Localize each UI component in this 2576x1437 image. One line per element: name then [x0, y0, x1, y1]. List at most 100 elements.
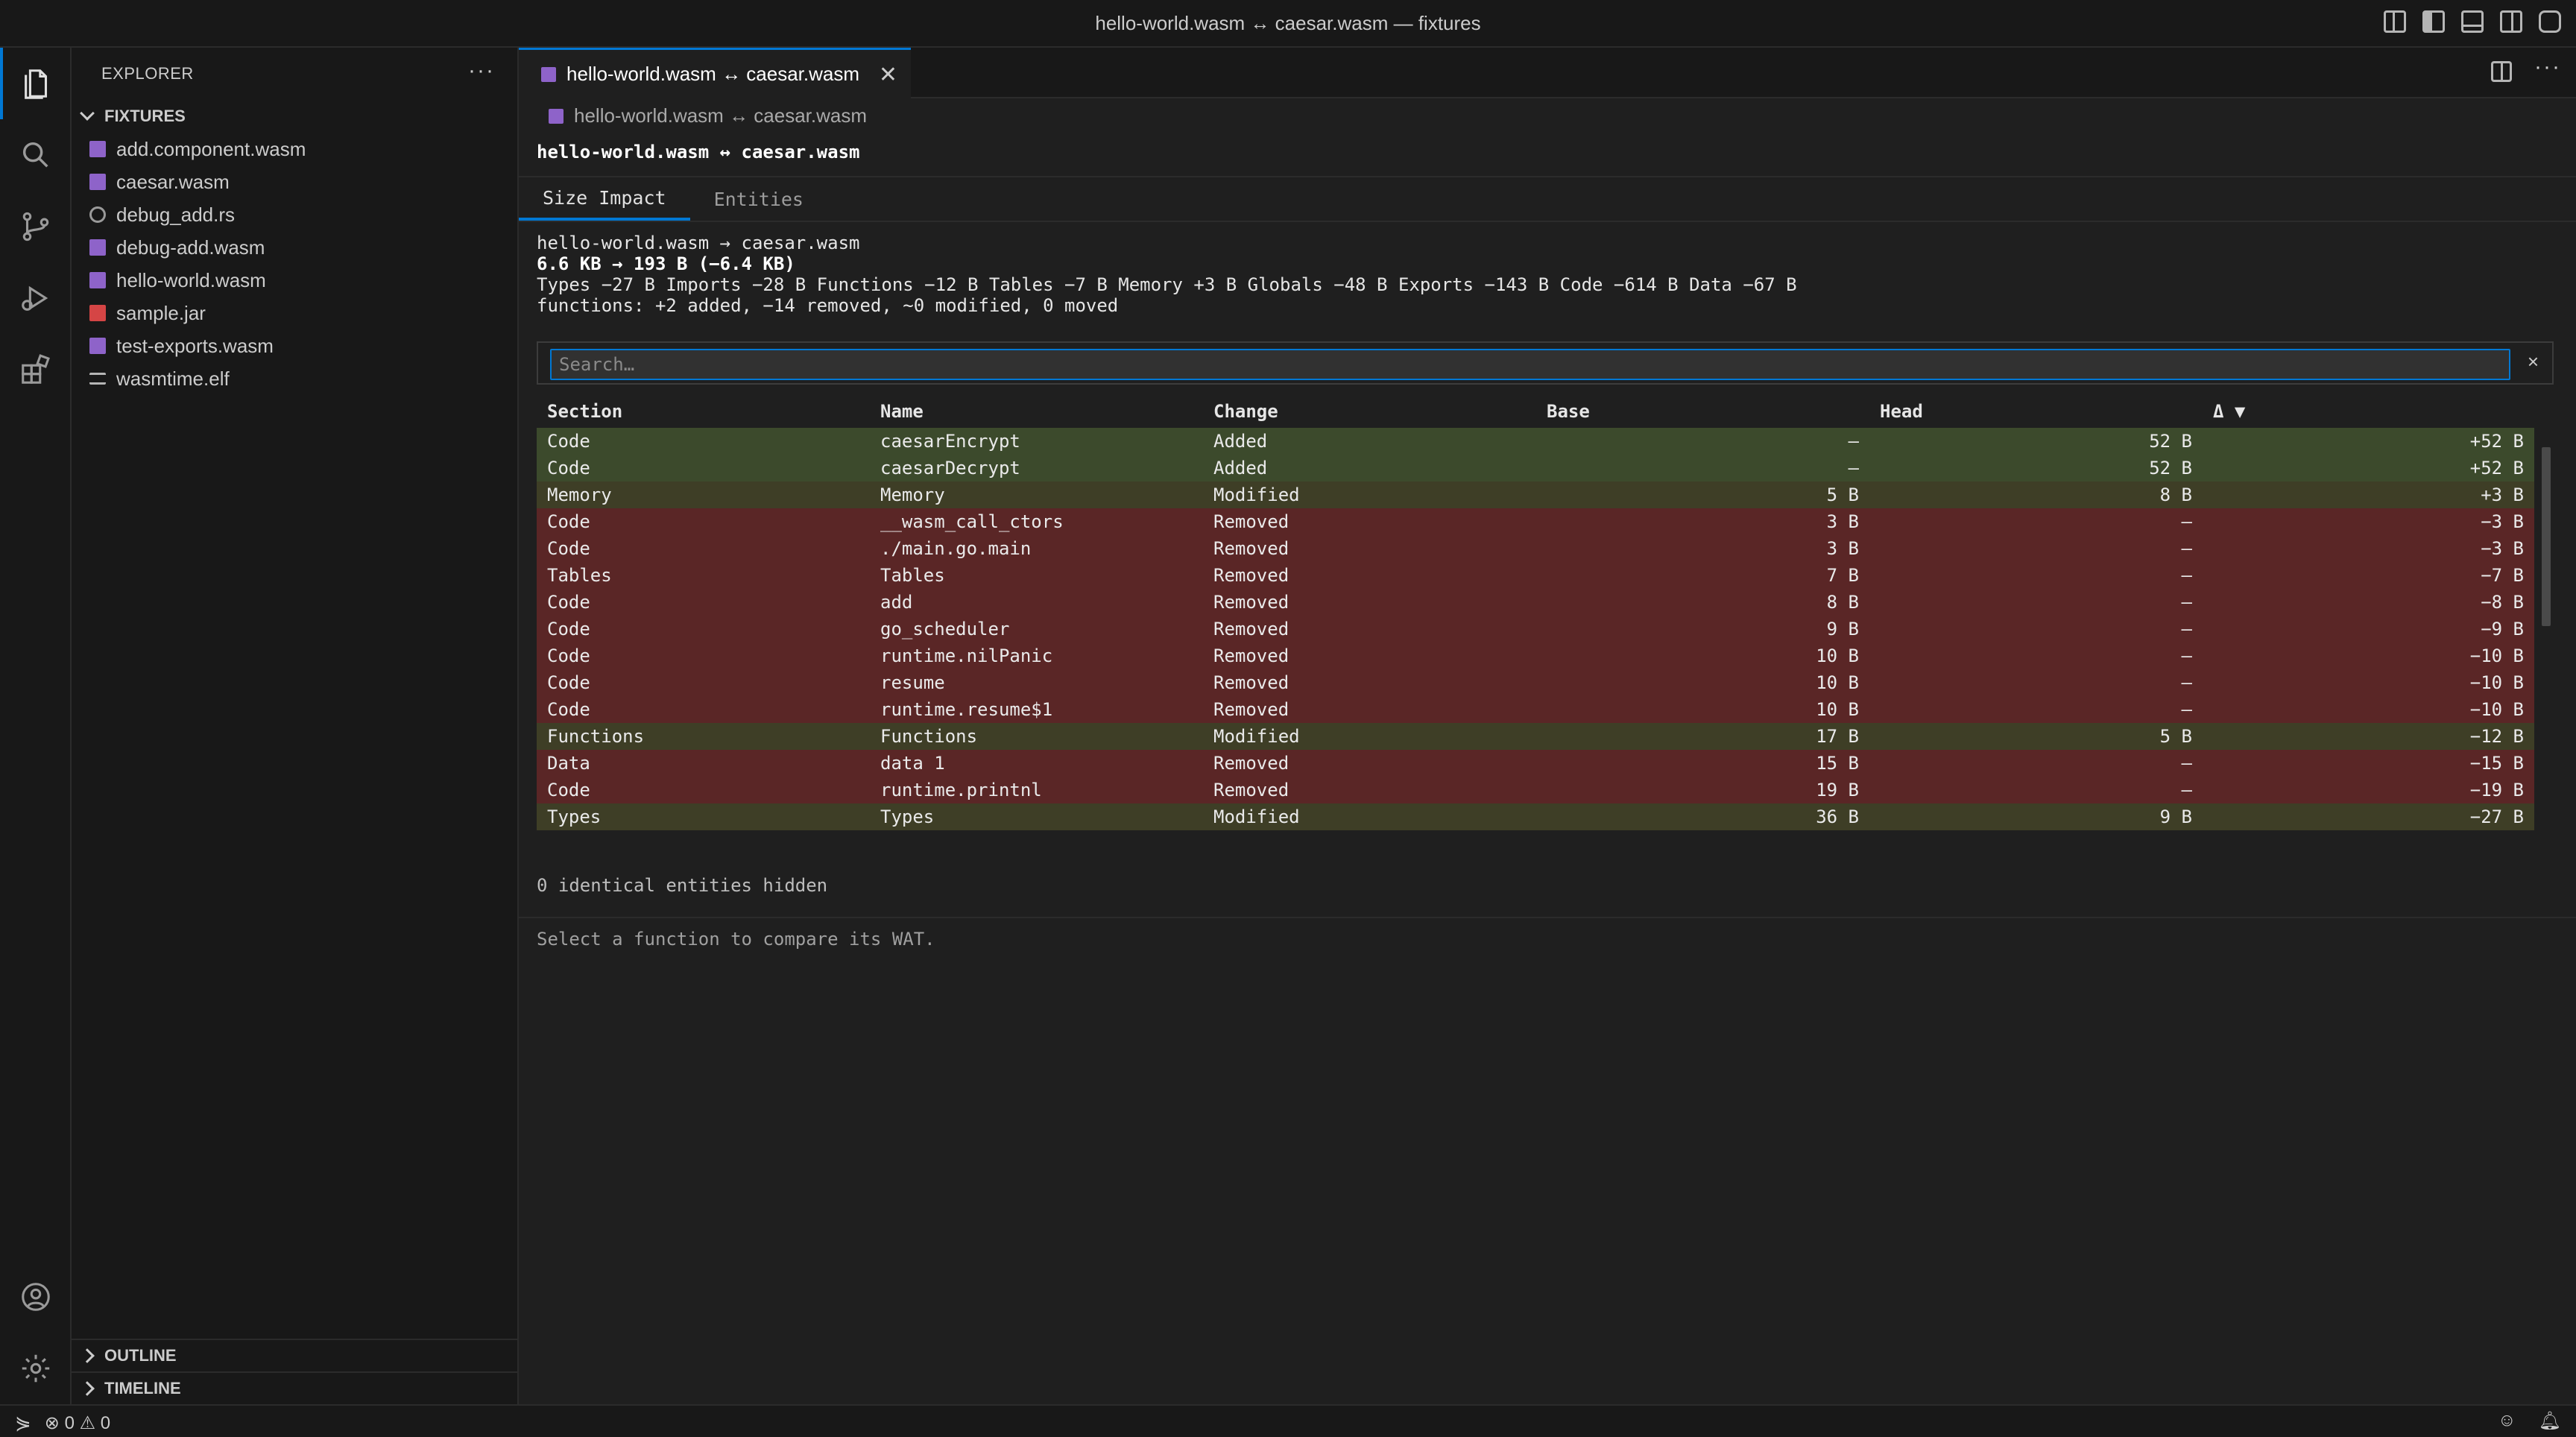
- notifications-bell-icon[interactable]: 🔔︎: [2539, 1410, 2561, 1432]
- cell-base: 7 B: [1536, 562, 1869, 589]
- table-row[interactable]: Code caesarEncrypt Added —52 B +52 B: [537, 428, 2534, 455]
- wasm-file-icon: [89, 338, 106, 354]
- summary-functions: functions: +2 added, −14 removed, ~0 mod…: [537, 295, 1119, 316]
- timeline-label: TIMELINE: [104, 1379, 181, 1397]
- divider: [519, 176, 2576, 177]
- page-title: hello-world.wasm ↔ caesar.wasm: [537, 142, 860, 162]
- copilot-icon[interactable]: ☺: [2498, 1410, 2516, 1432]
- column-header-head[interactable]: Head: [1869, 395, 2203, 428]
- sidebar-more-actions[interactable]: ···: [468, 58, 495, 83]
- wasm-file-icon: [541, 66, 556, 82]
- tab-size-impact[interactable]: Size Impact: [519, 177, 690, 221]
- chevron-right-icon: [80, 1381, 95, 1396]
- table-row[interactable]: Code add Removed 8 B — −8 B: [537, 589, 2534, 616]
- wasm-file-icon: [89, 141, 106, 157]
- cell-delta: −27 B: [2203, 803, 2534, 830]
- cell-head: —: [1869, 777, 2203, 803]
- column-header-section[interactable]: Section: [537, 395, 870, 428]
- cell-name: Types: [870, 803, 1203, 830]
- file-name: sample.jar: [116, 301, 206, 324]
- cell-section: Code: [537, 508, 870, 535]
- breadcrumb[interactable]: hello-world.wasm ↔ caesar.wasm: [549, 104, 867, 127]
- explorer-sidebar: EXPLORER ··· FIXTURES add.component.wasm…: [72, 48, 519, 1404]
- table-scrollbar[interactable]: [2542, 447, 2551, 626]
- editor-more-actions[interactable]: ···: [2534, 54, 2561, 80]
- problems-indicator[interactable]: ⊗ 0 ⚠ 0: [45, 1412, 110, 1434]
- table-row[interactable]: Code resume Removed 10 B — −10 B: [537, 669, 2534, 696]
- file-item[interactable]: hello-world.wasm: [72, 264, 519, 297]
- explorer-icon[interactable]: [0, 48, 72, 119]
- column-header-name[interactable]: Name: [870, 395, 1203, 428]
- extensions-icon[interactable]: [0, 334, 72, 405]
- file-item[interactable]: add.component.wasm: [72, 133, 519, 165]
- run-debug-icon[interactable]: [0, 262, 72, 334]
- table-row[interactable]: Tables Tables Removed 7 B — −7 B: [537, 562, 2534, 589]
- table-row[interactable]: Code caesarDecrypt Added —52 B +52 B: [537, 455, 2534, 481]
- file-item[interactable]: debug_add.rs: [72, 198, 519, 231]
- editor-tab[interactable]: hello-world.wasm ↔ caesar.wasm ✕: [519, 48, 911, 98]
- outline-section[interactable]: OUTLINE: [72, 1339, 519, 1371]
- cell-name: caesarEncrypt: [870, 428, 1203, 455]
- cell-base: —: [1536, 428, 1869, 455]
- file-item[interactable]: caesar.wasm: [72, 165, 519, 198]
- size-summary: hello-world.wasm → caesar.wasm 6.6 KB → 1…: [537, 233, 1797, 316]
- outline-label: OUTLINE: [104, 1346, 177, 1365]
- cell-change: Removed: [1203, 562, 1536, 589]
- editor-area: hello-world.wasm ↔ caesar.wasm ✕ ··· hel…: [519, 48, 2576, 1404]
- file-item[interactable]: sample.jar: [72, 297, 519, 329]
- sidebar-title: EXPLORER: [101, 64, 194, 83]
- table-row[interactable]: Code runtime.nilPanic Removed 10 B — −10 B: [537, 642, 2534, 669]
- toggle-primary-sidebar-icon[interactable]: [2422, 10, 2445, 33]
- clear-search-button[interactable]: ×: [2528, 350, 2539, 373]
- table-row[interactable]: Code runtime.resume$1 Removed 10 B — −10 B: [537, 696, 2534, 723]
- cell-head: —: [1869, 669, 2203, 696]
- customize-layout-icon[interactable]: [2384, 10, 2406, 33]
- column-header-delta[interactable]: Δ ▼: [2203, 395, 2534, 428]
- cell-name: Functions: [870, 723, 1203, 750]
- table-row[interactable]: Code go_scheduler Removed 9 B — −9 B: [537, 616, 2534, 642]
- file-name: hello-world.wasm: [116, 268, 266, 291]
- table-row[interactable]: Functions Functions Modified 17 B5 B −12 B: [537, 723, 2534, 750]
- column-header-base[interactable]: Base: [1536, 395, 1869, 428]
- cell-name: Memory: [870, 481, 1203, 508]
- file-item[interactable]: wasmtime.elf: [72, 362, 519, 395]
- settings-gear-icon[interactable]: [0, 1333, 72, 1404]
- toggle-secondary-sidebar-icon[interactable]: [2500, 10, 2522, 33]
- account-icon[interactable]: [0, 1261, 72, 1333]
- tab-entities[interactable]: Entities: [690, 177, 827, 221]
- source-control-icon[interactable]: [0, 191, 72, 262]
- cell-head: 52 B: [1869, 455, 2203, 481]
- table-row[interactable]: Code ./main.go.main Removed 3 B — −3 B: [537, 535, 2534, 562]
- search-icon[interactable]: [0, 119, 72, 191]
- column-header-change[interactable]: Change: [1203, 395, 1536, 428]
- table-row[interactable]: Code __wasm_call_ctors Removed 3 B — −3 B: [537, 508, 2534, 535]
- cell-base: 3 B: [1536, 508, 1869, 535]
- search-input[interactable]: [550, 349, 2510, 380]
- split-editor-icon[interactable]: [2491, 61, 2513, 82]
- cell-section: Functions: [537, 723, 870, 750]
- table-row[interactable]: Data data 1 Removed 15 B — −15 B: [537, 750, 2534, 777]
- toggle-panel-icon[interactable]: [2461, 10, 2484, 33]
- activity-bar: [0, 48, 72, 1404]
- cell-delta: +52 B: [2203, 455, 2534, 481]
- file-name: caesar.wasm: [116, 170, 230, 193]
- divider: [519, 221, 2576, 222]
- chat-icon[interactable]: [2539, 10, 2561, 33]
- timeline-section[interactable]: TIMELINE: [72, 1371, 519, 1404]
- cell-name: add: [870, 589, 1203, 616]
- file-item[interactable]: test-exports.wasm: [72, 329, 519, 362]
- table-row[interactable]: Memory Memory Modified 5 B8 B +3 B: [537, 481, 2534, 508]
- warning-count: 0: [100, 1413, 111, 1433]
- layout-controls: [2384, 10, 2561, 33]
- file-item[interactable]: debug-add.wasm: [72, 231, 519, 264]
- close-icon[interactable]: ✕: [879, 62, 897, 88]
- cell-section: Code: [537, 696, 870, 723]
- table-row[interactable]: Types Types Modified 36 B9 B −27 B: [537, 803, 2534, 830]
- folder-fixtures[interactable]: FIXTURES: [72, 100, 519, 133]
- title-bar: hello-world.wasm ↔ caesar.wasm — fixture…: [0, 0, 2576, 48]
- cell-head: 5 B: [1869, 723, 2203, 750]
- table-row[interactable]: Code runtime.printnl Removed 19 B — −19 B: [537, 777, 2534, 803]
- status-left: ⋟ ⊗ 0 ⚠ 0: [15, 1412, 110, 1435]
- remote-icon[interactable]: ⋟: [15, 1412, 31, 1435]
- cell-section: Code: [537, 535, 870, 562]
